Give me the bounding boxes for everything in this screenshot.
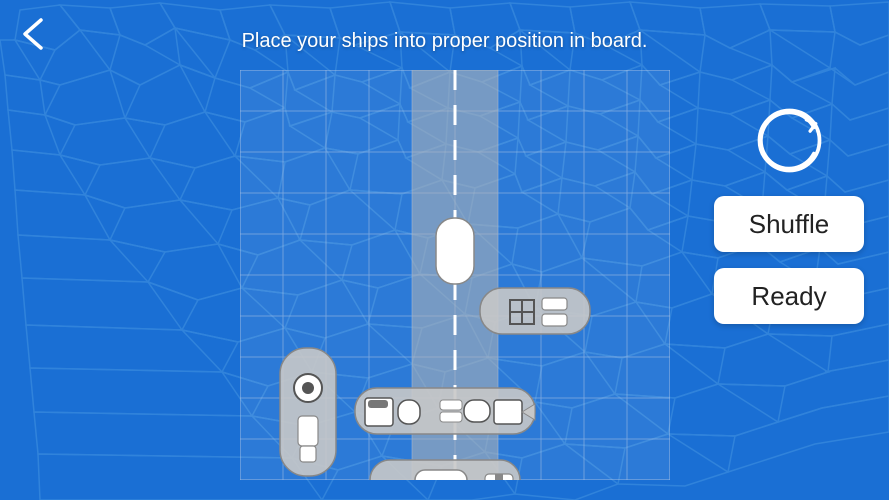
right-panel: Shuffle Ready xyxy=(709,100,869,324)
ready-button[interactable]: Ready xyxy=(714,268,864,324)
instruction-text: Place your ships into proper position in… xyxy=(0,30,889,53)
rotate-button[interactable] xyxy=(749,100,829,180)
game-board[interactable] xyxy=(240,70,670,480)
shuffle-button[interactable]: Shuffle xyxy=(714,196,864,252)
